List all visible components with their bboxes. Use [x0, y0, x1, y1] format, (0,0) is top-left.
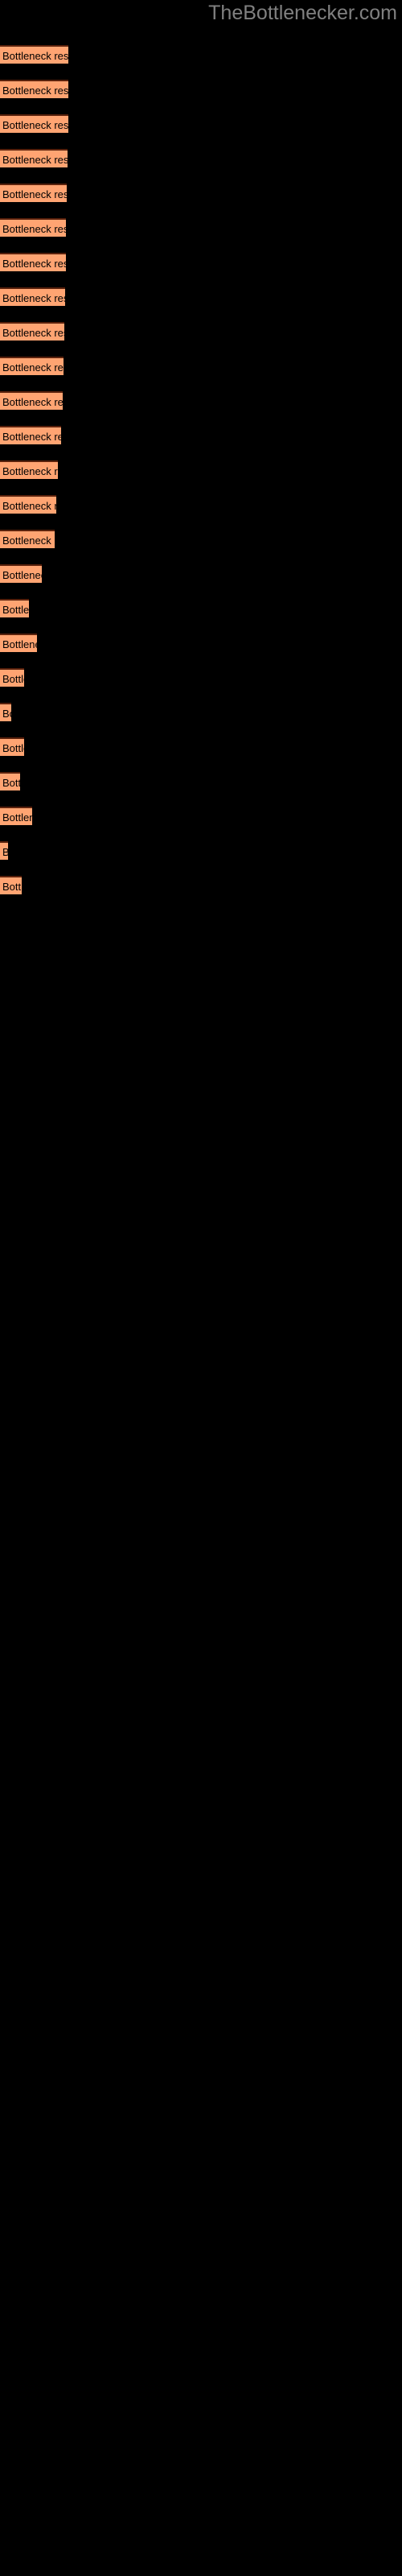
bar-label: Bottleneck result	[2, 50, 68, 62]
bar-label: Bottleneck result	[2, 638, 37, 650]
bar[interactable]: Bottleneck result	[0, 841, 8, 860]
bar[interactable]: Bottleneck result	[0, 737, 24, 756]
horizontal-bar-chart: Bottleneck result Bottleneck result Bottle…	[0, 0, 402, 2576]
bar[interactable]: Bottleneck result	[0, 357, 64, 375]
bar[interactable]: Bottleneck result	[0, 772, 20, 791]
bar[interactable]: Bottleneck result	[0, 287, 65, 306]
bar[interactable]: Bottleneck result	[0, 460, 58, 479]
bar[interactable]: Bottleneck result	[0, 322, 64, 341]
bar[interactable]: Bottleneck result	[0, 184, 67, 202]
bar-label: Bottleneck result	[2, 673, 24, 685]
bar[interactable]: Bottleneck result	[0, 807, 32, 825]
bar-label: Bottleneck result	[2, 604, 29, 616]
bar[interactable]: Bottleneck result	[0, 634, 37, 652]
bar-label: Bottleneck result	[2, 742, 24, 754]
bar-label: Bottleneck result	[2, 292, 65, 304]
bar-label: Bottleneck result	[2, 154, 68, 166]
bar-label: Bottleneck result	[2, 811, 32, 824]
bar[interactable]: Bottleneck result	[0, 218, 66, 237]
bar[interactable]: Bottleneck result	[0, 45, 68, 64]
bar-label: Bottleneck result	[2, 777, 20, 789]
bar[interactable]: Bottleneck result	[0, 876, 22, 894]
bar-label: Bottleneck result	[2, 85, 68, 97]
bar-label: Bottleneck result	[2, 396, 63, 408]
bar[interactable]: Bottleneck result	[0, 149, 68, 167]
bar-label: Bottleneck result	[2, 258, 66, 270]
bar-label: Bottleneck result	[2, 708, 11, 720]
bar-label: Bottleneck result	[2, 361, 64, 374]
bar-label: Bottleneck result	[2, 188, 67, 200]
bar-label: Bottleneck result	[2, 881, 22, 893]
bar-label: Bottleneck result	[2, 223, 66, 235]
bar[interactable]: Bottleneck result	[0, 530, 55, 548]
bar[interactable]: Bottleneck result	[0, 668, 24, 687]
bar-label: Bottleneck result	[2, 431, 61, 443]
bar-label: Bottleneck result	[2, 327, 64, 339]
bar[interactable]: Bottleneck result	[0, 114, 68, 133]
bar[interactable]: Bottleneck result	[0, 391, 63, 410]
bar-label: Bottleneck result	[2, 465, 58, 477]
bar[interactable]: Bottleneck result	[0, 495, 56, 514]
bar-label: Bottleneck result	[2, 844, 8, 860]
bar[interactable]: Bottleneck result	[0, 253, 66, 271]
bar[interactable]: Bottleneck result	[0, 80, 68, 98]
bar-label: Bottleneck result	[2, 535, 55, 547]
bar-label: Bottleneck result	[2, 119, 68, 131]
bar-label: Bottleneck result	[2, 569, 42, 581]
bar[interactable]: Bottleneck result	[0, 703, 11, 721]
bar-label: Bottleneck result	[2, 500, 56, 512]
bar[interactable]: Bottleneck result	[0, 599, 29, 617]
bar[interactable]: Bottleneck result	[0, 426, 61, 444]
bar[interactable]: Bottleneck result	[0, 564, 42, 583]
chart-page: TheBottlenecker.com Bottleneck resultBot…	[0, 0, 402, 2576]
